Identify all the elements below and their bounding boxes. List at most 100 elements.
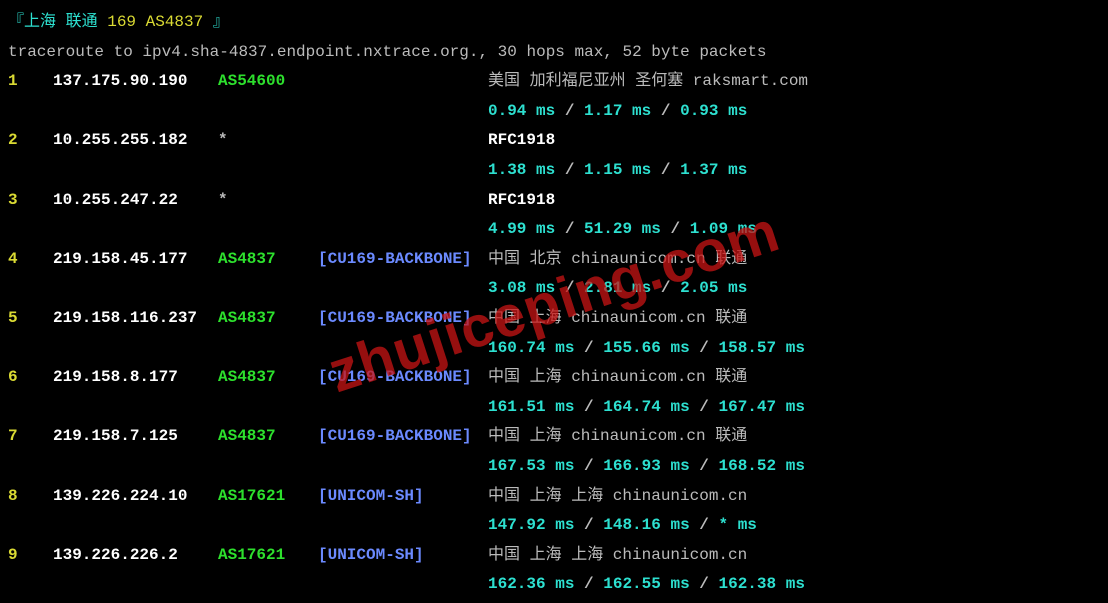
hop-geo: 中国 上海 chinaunicom.cn 联通: [488, 422, 1100, 452]
hop-geo: 中国 上海 上海 chinaunicom.cn: [488, 482, 1100, 512]
hop-geo: RFC1918: [488, 126, 1100, 156]
t3: 168.52 ms: [719, 457, 805, 475]
hop-row: 4219.158.45.177AS4837[CU169-BACKBONE]中国 …: [8, 245, 1100, 275]
hop-number: 6: [8, 363, 53, 393]
hop-tag: [318, 186, 488, 216]
hop-geo: RFC1918: [488, 186, 1100, 216]
header-prefix: 『上海 联通: [8, 13, 107, 31]
hop-ip: 137.175.90.190: [53, 67, 218, 97]
t1: 4.99 ms: [488, 220, 555, 238]
hop-number: 7: [8, 422, 53, 452]
hop-timing: 162.36 ms / 162.55 ms / 162.38 ms: [488, 570, 1100, 600]
hop-geo: 美国 加利福尼亚州 圣何塞 raksmart.com: [488, 67, 1100, 97]
t2: 164.74 ms: [603, 398, 689, 416]
hop-tag: [UNICOM-SH]: [318, 482, 488, 512]
hops-container: 1137.175.90.190AS54600 美国 加利福尼亚州 圣何塞 raks…: [8, 67, 1100, 600]
hop-asn: *: [218, 186, 318, 216]
hop-tag: [318, 126, 488, 156]
hop-timing: 167.53 ms / 166.93 ms / 168.52 ms: [488, 452, 1100, 482]
t2: 1.17 ms: [584, 102, 651, 120]
t3: 0.93 ms: [680, 102, 747, 120]
hop-asn: AS4837: [218, 304, 318, 334]
slash-icon: /: [584, 339, 594, 357]
header-suffix: 』: [203, 13, 229, 31]
hop-row: 8139.226.224.10AS17621[UNICOM-SH]中国 上海 上…: [8, 482, 1100, 512]
slash-icon: /: [565, 279, 575, 297]
hop-number: 8: [8, 482, 53, 512]
hop-geo: 中国 上海 上海 chinaunicom.cn: [488, 541, 1100, 571]
hop-number: 5: [8, 304, 53, 334]
t2: 162.55 ms: [603, 575, 689, 593]
hop-asn: AS17621: [218, 482, 318, 512]
t3: * ms: [719, 516, 757, 534]
t3: 1.09 ms: [690, 220, 757, 238]
slash-icon: /: [584, 457, 594, 475]
t1: 162.36 ms: [488, 575, 574, 593]
t3: 167.47 ms: [719, 398, 805, 416]
slash-icon: /: [565, 161, 575, 179]
t1: 161.51 ms: [488, 398, 574, 416]
slash-icon: /: [699, 575, 709, 593]
slash-icon: /: [584, 398, 594, 416]
hop-tag: [CU169-BACKBONE]: [318, 245, 488, 275]
hop-tag: [318, 67, 488, 97]
hop-row: 7219.158.7.125AS4837[CU169-BACKBONE]中国 上…: [8, 422, 1100, 452]
hop-row: 5219.158.116.237AS4837[CU169-BACKBONE]中国…: [8, 304, 1100, 334]
slash-icon: /: [661, 279, 671, 297]
hop-tag: [UNICOM-SH]: [318, 541, 488, 571]
hop-asn: *: [218, 126, 318, 156]
hop-timing: 160.74 ms / 155.66 ms / 158.57 ms: [488, 334, 1100, 364]
hop-ip: 139.226.224.10: [53, 482, 218, 512]
hop-timing: 1.38 ms / 1.15 ms / 1.37 ms: [488, 156, 1100, 186]
hop-asn: AS54600: [218, 67, 318, 97]
hop-row: 1137.175.90.190AS54600 美国 加利福尼亚州 圣何塞 raks…: [8, 67, 1100, 97]
hop-ip: 219.158.116.237: [53, 304, 218, 334]
t2: 1.15 ms: [584, 161, 651, 179]
slash-icon: /: [699, 516, 709, 534]
hop-number: 1: [8, 67, 53, 97]
slash-icon: /: [565, 102, 575, 120]
slash-icon: /: [584, 516, 594, 534]
hop-row: 6219.158.8.177AS4837[CU169-BACKBONE]中国 上…: [8, 363, 1100, 393]
hop-asn: AS4837: [218, 422, 318, 452]
t1: 3.08 ms: [488, 279, 555, 297]
hop-geo: 中国 北京 chinaunicom.cn 联通: [488, 245, 1100, 275]
hop-asn: AS4837: [218, 363, 318, 393]
hop-geo: 中国 上海 chinaunicom.cn 联通: [488, 363, 1100, 393]
hop-geo: 中国 上海 chinaunicom.cn 联通: [488, 304, 1100, 334]
t3: 2.05 ms: [680, 279, 747, 297]
t1: 167.53 ms: [488, 457, 574, 475]
slash-icon: /: [670, 220, 680, 238]
hop-timing: 147.92 ms / 148.16 ms / * ms: [488, 511, 1100, 541]
header-asn: 169 AS4837: [107, 13, 203, 31]
t1: 1.38 ms: [488, 161, 555, 179]
hop-ip: 10.255.247.22: [53, 186, 218, 216]
t3: 158.57 ms: [719, 339, 805, 357]
hop-timing: 161.51 ms / 164.74 ms / 167.47 ms: [488, 393, 1100, 423]
hop-tag: [CU169-BACKBONE]: [318, 363, 488, 393]
hop-timing: 4.99 ms / 51.29 ms / 1.09 ms: [488, 215, 1100, 245]
hop-tag: [CU169-BACKBONE]: [318, 304, 488, 334]
hop-ip: 219.158.8.177: [53, 363, 218, 393]
hop-timing: 3.08 ms / 2.81 ms / 2.05 ms: [488, 274, 1100, 304]
slash-icon: /: [699, 398, 709, 416]
t3: 1.37 ms: [680, 161, 747, 179]
slash-icon: /: [661, 161, 671, 179]
hop-asn: AS4837: [218, 245, 318, 275]
hop-ip: 139.226.226.2: [53, 541, 218, 571]
hop-number: 3: [8, 186, 53, 216]
hop-number: 9: [8, 541, 53, 571]
hop-ip: 219.158.7.125: [53, 422, 218, 452]
t3: 162.38 ms: [719, 575, 805, 593]
traceroute-cmd: traceroute to ipv4.sha-4837.endpoint.nxt…: [8, 38, 1100, 68]
slash-icon: /: [661, 102, 671, 120]
slash-icon: /: [699, 457, 709, 475]
t2: 155.66 ms: [603, 339, 689, 357]
t1: 160.74 ms: [488, 339, 574, 357]
hop-row: 210.255.255.182*RFC1918: [8, 126, 1100, 156]
slash-icon: /: [565, 220, 575, 238]
t1: 0.94 ms: [488, 102, 555, 120]
slash-icon: /: [584, 575, 594, 593]
hop-ip: 219.158.45.177: [53, 245, 218, 275]
hop-asn: AS17621: [218, 541, 318, 571]
